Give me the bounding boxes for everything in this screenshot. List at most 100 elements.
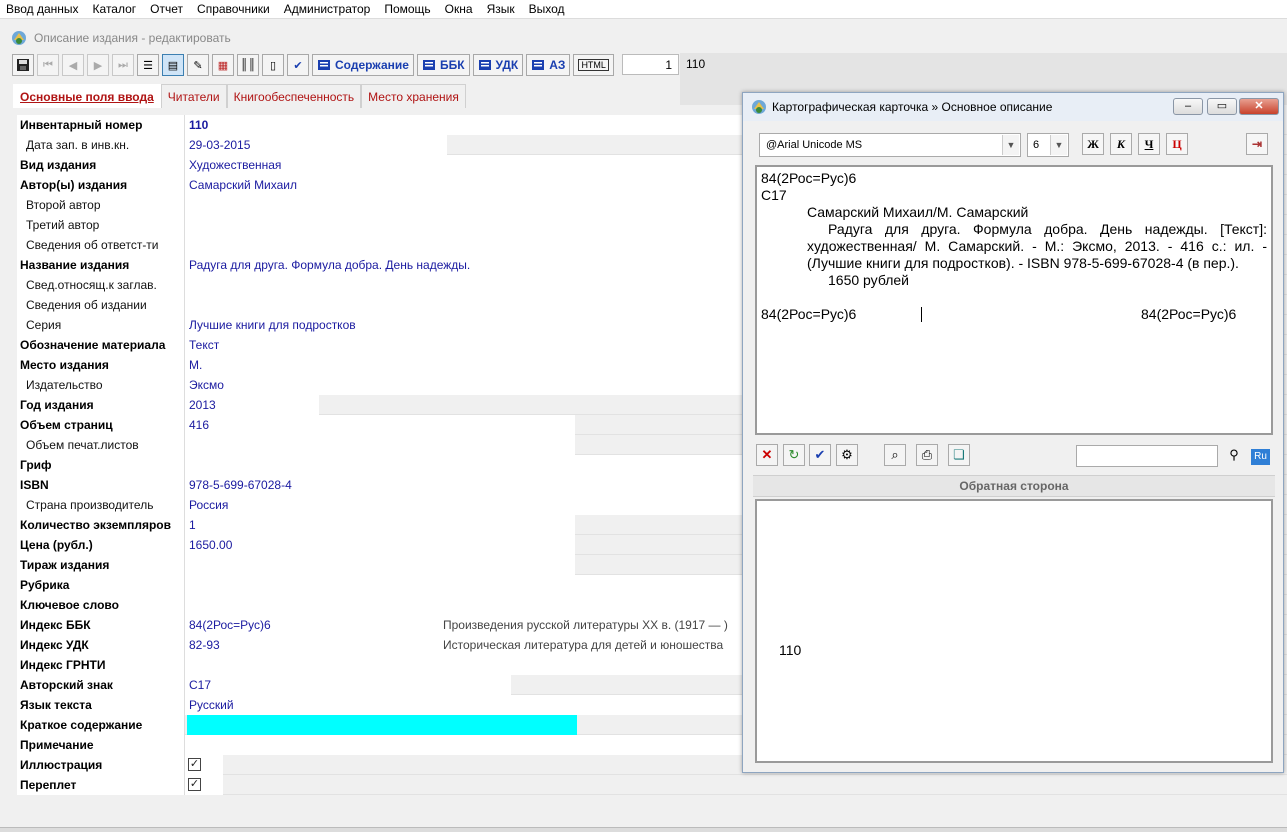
card-search-input[interactable] [1076,445,1218,467]
notes-button[interactable]: ✎ [187,54,209,76]
card-back-editor[interactable]: 110 [755,499,1273,763]
calculator-button[interactable]: ▦ [212,54,234,76]
country-input[interactable]: Россия [185,495,757,515]
udk-button-label: УДК [495,58,519,72]
delete-button[interactable]: ✕ [756,444,778,466]
language-indicator[interactable]: Ru [1251,449,1270,465]
author-sign-input[interactable]: С17 [185,675,511,695]
second-author-input[interactable] [185,195,757,215]
field-label: Свед.относящ.к заглав. [17,275,185,295]
font-size-select[interactable]: 6 ▼ [1027,133,1069,157]
italic-button[interactable]: К [1110,133,1132,155]
inventory-number-input[interactable]: 110 [185,115,757,135]
html-export-button[interactable]: HTML [573,54,614,76]
menu-windows[interactable]: Окна [438,2,480,16]
chevron-down-icon: ▼ [1050,135,1067,155]
authors-input[interactable]: Самарский Михаил [185,175,757,195]
refresh-button[interactable]: ↻ [783,444,805,466]
card-spacer [761,289,1267,306]
language-input[interactable]: Русский [185,695,757,715]
first-record-button[interactable]: ⏮ [37,54,59,76]
text-cursor [921,307,922,322]
copies-input[interactable]: 1 [185,515,575,535]
edition-type-input[interactable]: Художественная [185,155,757,175]
print-button[interactable]: ⎙ [916,444,938,466]
field-label: Серия [17,315,185,335]
bold-button[interactable]: Ж [1082,133,1104,155]
date-input[interactable]: 29-03-2015 [185,135,447,155]
book-icon [478,60,491,70]
menu-references[interactable]: Справочники [190,2,277,16]
note-input[interactable] [185,735,757,755]
illustration-checkbox[interactable]: ✓ [188,758,201,771]
bbk-button[interactable]: ББК [416,54,470,76]
last-record-button[interactable]: ⏭ [112,54,134,76]
find-button[interactable]: ⚲ [1223,445,1245,467]
prev-record-button[interactable]: ◀ [62,54,84,76]
barcode-button[interactable]: ║║ [237,54,259,76]
menu-data-entry[interactable]: Ввод данных [0,2,86,16]
responsibility-input[interactable] [185,235,757,255]
tab-readers[interactable]: Читатели [160,84,227,108]
print-sheets-input[interactable] [185,435,575,455]
az-button[interactable]: АЗ [526,54,571,76]
menu-report[interactable]: Отчет [143,2,190,16]
preview-button[interactable]: ⌕ [884,444,906,466]
record-number-field[interactable]: 1 [622,54,679,75]
color-button[interactable]: Ц [1166,133,1188,155]
document-button[interactable]: ▯ [262,54,284,76]
save-button[interactable] [12,54,34,76]
menu-admin[interactable]: Администратор [277,2,378,16]
field-label: Третий автор [17,215,185,235]
title-input[interactable]: Радуга для друга. Формула добра. День на… [185,255,757,275]
maximize-button[interactable]: ▭ [1207,98,1237,115]
content-button[interactable]: Содержание [312,54,414,76]
printer-icon: ⎙ [921,447,933,462]
rubric-input[interactable] [185,575,757,595]
grif-input[interactable] [185,455,757,475]
summary-input[interactable] [187,715,577,735]
next-record-button[interactable]: ▶ [87,54,109,76]
tab-book-provision[interactable]: Книгообеспеченность [226,84,362,108]
card-front-editor[interactable]: 84(2Рос=Рус)6 С17 Самарский Михаил/М. Са… [755,165,1273,435]
keyword-input[interactable] [185,595,757,615]
material-input[interactable]: Текст [185,335,757,355]
settings-button[interactable]: ⚙ [836,444,858,466]
place-input[interactable]: М. [185,355,757,375]
tab-main-fields[interactable]: Основные поля ввода [13,84,161,108]
isbn-input[interactable]: 978-5-699-67028-4 [185,475,757,495]
edition-info-input[interactable] [185,295,757,315]
title-info-input[interactable] [185,275,757,295]
card-view-button[interactable]: ☰ [137,54,159,76]
price-input[interactable]: 1650.00 [185,535,575,555]
underline-button[interactable]: Ч [1138,133,1160,155]
field-label: Цена (рубл.) [17,535,185,555]
minimize-button[interactable]: – [1173,98,1203,115]
circulation-input[interactable] [185,555,575,575]
udk-button[interactable]: УДК [472,54,524,76]
catalog-card-button[interactable]: ▤ [162,54,184,76]
menu-help[interactable]: Помощь [377,2,437,16]
close-button[interactable]: ✕ [1239,98,1279,115]
font-select[interactable]: @Arial Unicode MS ▼ [759,133,1021,157]
bold-label: Ж [1087,137,1099,151]
series-input[interactable]: Лучшие книги для подростков [185,315,757,335]
year-input[interactable]: 2013 [185,395,319,415]
pages-input[interactable]: 416 [185,415,575,435]
spellcheck-button[interactable]: ✔ [287,54,309,76]
publisher-input[interactable]: Эксмо [185,375,757,395]
binding-checkbox[interactable]: ✓ [188,778,201,791]
card-list-icon: ☰ [143,59,153,72]
menu-language[interactable]: Язык [480,2,522,16]
third-author-input[interactable] [185,215,757,235]
maximize-icon: ▭ [1216,100,1228,112]
export-button[interactable]: ❏ [948,444,970,466]
edit-window-title: Описание издания - редактировать [34,31,231,45]
exit-button[interactable]: ⇥ [1246,133,1268,155]
spellcheck-card-button[interactable]: ✔ [809,444,831,466]
delete-x-icon: ✕ [761,447,773,462]
tab-storage-location[interactable]: Место хранения [361,84,466,108]
menu-catalog[interactable]: Каталог [86,2,144,16]
menu-exit[interactable]: Выход [522,2,572,16]
grnti-input[interactable] [185,655,757,675]
